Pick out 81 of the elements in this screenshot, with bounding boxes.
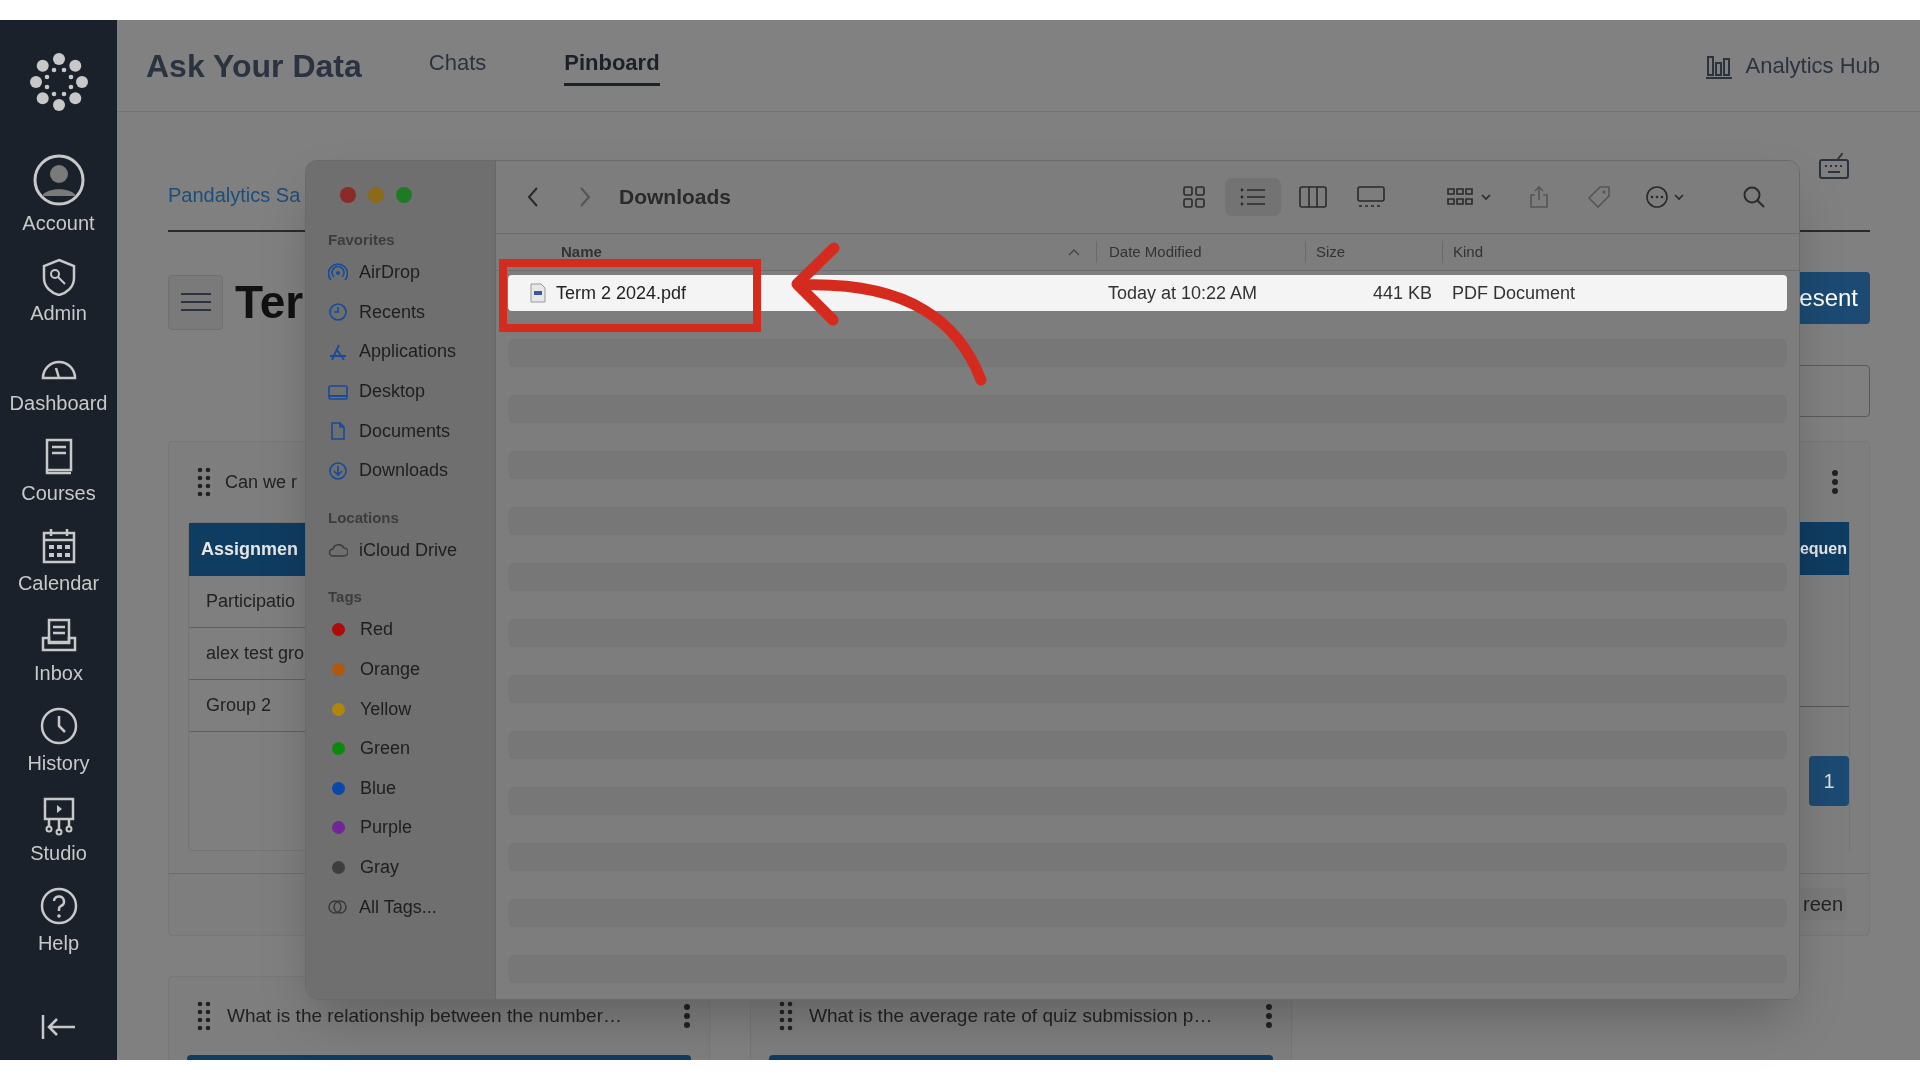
sidebar-item[interactable]: Blue	[328, 768, 495, 809]
sidebar-item[interactable]: Red	[328, 610, 495, 650]
nav-item[interactable]: Dashboard	[0, 326, 117, 416]
sidebar-item[interactable]: iCloud Drive	[328, 530, 495, 571]
search-icon	[1742, 185, 1766, 209]
nav-item[interactable]: Account	[0, 132, 117, 236]
file-row[interactable]: Term 2 2024.pdf Today at 10:22 AM 441 KB PDF Document	[508, 275, 1787, 311]
share-icon	[1528, 185, 1550, 209]
sidebar-item[interactable]: Documents	[328, 411, 495, 451]
question-text: Can we r	[225, 470, 298, 494]
back-icon	[526, 186, 540, 208]
sidebar-item[interactable]: Recents	[328, 292, 495, 333]
sidebar-item[interactable]: AirDrop	[328, 253, 495, 293]
column-header[interactable]: Kind	[1453, 240, 1484, 264]
sidebar-item[interactable]: Desktop	[328, 371, 495, 412]
drag-handle-icon	[197, 467, 211, 497]
help-icon	[38, 886, 79, 926]
app-title: Ask Your Data	[146, 46, 362, 86]
fullscreen-button[interactable]: reen	[1798, 888, 1847, 920]
logo-icon	[28, 52, 89, 112]
keyboard-icon	[1818, 152, 1850, 180]
forward-icon	[578, 186, 592, 208]
menu-icon	[180, 292, 211, 312]
applications-icon	[328, 342, 348, 362]
download-icon	[328, 460, 348, 481]
window-control-icon	[368, 187, 384, 203]
avatar-icon	[32, 154, 85, 206]
clock-icon	[328, 302, 348, 323]
window-control-icon	[340, 187, 356, 203]
nav-item[interactable]: Inbox	[0, 596, 117, 686]
nav-tab[interactable]: Pinboard	[564, 45, 660, 86]
more-icon	[683, 1003, 691, 1029]
menu-button[interactable]	[168, 274, 223, 330]
airdrop-icon	[328, 262, 348, 283]
nav-item[interactable]: Admin	[0, 236, 117, 326]
more-icon	[1831, 469, 1839, 495]
nav-item[interactable]: Help	[0, 866, 117, 956]
analytics-hub-link[interactable]: Analytics Hub	[1745, 49, 1880, 82]
sidebar-item[interactable]: Purple	[328, 808, 495, 848]
sort-icon	[1068, 248, 1080, 256]
drag-handle-icon	[779, 1001, 793, 1031]
more-icon	[1645, 185, 1685, 209]
more-icon	[1265, 1003, 1273, 1029]
nav-item[interactable]: History	[0, 686, 117, 776]
nav-tab[interactable]: Chats	[428, 45, 487, 86]
sidebar-item[interactable]: All Tags...	[328, 887, 495, 927]
sidebar-item[interactable]: Orange	[328, 649, 495, 690]
page-button[interactable]: 1	[1809, 756, 1849, 806]
kind-text: PDF Document	[1451, 281, 1576, 305]
drag-handle-icon	[197, 1001, 211, 1031]
nav-item[interactable]: Calendar	[0, 506, 117, 596]
grid-view-icon	[1182, 185, 1206, 209]
question-text: What is the relationship between the number…	[227, 1003, 622, 1028]
table-cell-text: Group 2	[206, 694, 272, 717]
sidebar-item[interactable]: Applications	[328, 332, 495, 372]
column-header[interactable]: Date Modified	[1109, 240, 1202, 264]
window-title: Downloads	[619, 184, 731, 211]
table-cell-text: alex test gro	[206, 642, 305, 665]
tag-icon	[1586, 185, 1612, 209]
nav-item[interactable]: Courses	[0, 416, 117, 506]
document-icon	[328, 421, 348, 442]
nav-item[interactable]: Studio	[0, 776, 117, 866]
column-view-icon	[1298, 185, 1328, 209]
size-text: 441 KB	[1371, 281, 1432, 305]
list-view-button[interactable]	[1225, 178, 1281, 216]
table-cell-text: Participatio	[206, 590, 296, 613]
sidebar-item[interactable]: Yellow	[328, 689, 495, 729]
window-control-icon	[396, 187, 412, 203]
question-text: What is the average rate of quiz submission p…	[809, 1003, 1213, 1028]
gallery-view-icon	[1356, 185, 1386, 209]
file-name: Term 2 2024.pdf	[556, 281, 687, 305]
pdf-file-icon	[530, 283, 546, 303]
column-header[interactable]: Name	[561, 240, 602, 264]
sidebar-item[interactable]: Gray	[328, 847, 495, 888]
date-modified-text: Today at 10:22 AM	[1107, 281, 1259, 305]
page-title: Ter	[235, 275, 304, 330]
clock-icon	[38, 706, 79, 746]
column-header[interactable]: Size	[1316, 240, 1346, 264]
sidebar-item[interactable]: Downloads	[328, 450, 495, 491]
sidebar-item[interactable]: Green	[328, 728, 495, 769]
breadcrumb-link[interactable]: Pandalytics Sa	[168, 180, 301, 210]
